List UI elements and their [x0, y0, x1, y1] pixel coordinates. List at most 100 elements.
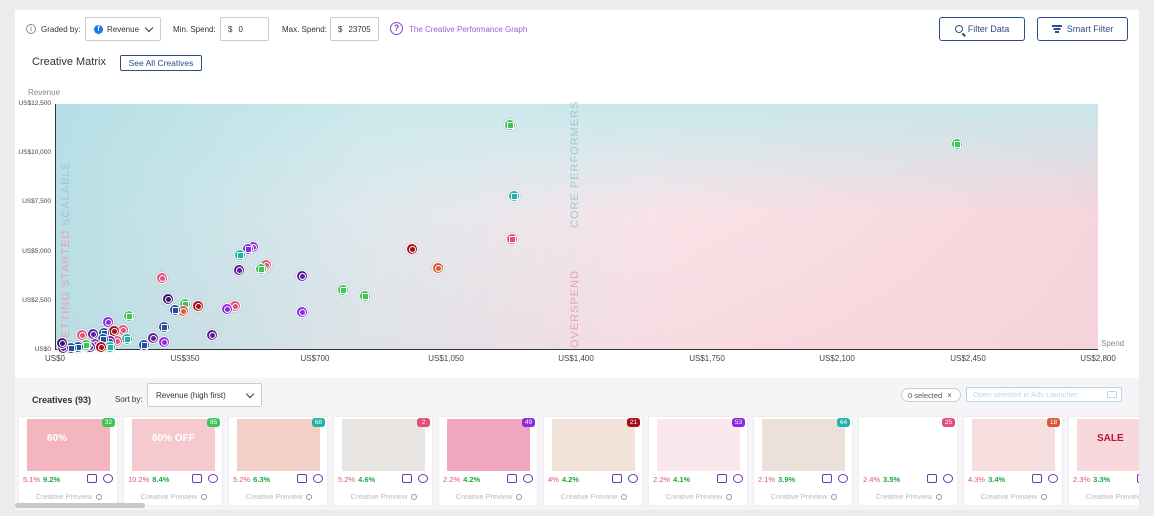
zoom-icon: [726, 494, 733, 500]
zoom-icon: [516, 494, 523, 500]
creative-card[interactable]: 25 2.4% 3.5% Creative Preview: [858, 416, 958, 506]
creative-thumbnail[interactable]: [762, 419, 845, 471]
scatter-point[interactable]: [295, 305, 308, 318]
creative-card[interactable]: 53 2.2% 4.1% Creative Preview: [648, 416, 748, 506]
creative-preview-link[interactable]: Creative Preview: [649, 492, 749, 501]
creative-thumbnail[interactable]: [657, 419, 740, 471]
play-icon[interactable]: [418, 474, 428, 483]
play-icon[interactable]: [1048, 474, 1058, 483]
creative-actions: [402, 474, 428, 483]
smart-filter-button[interactable]: Smart Filter: [1037, 17, 1128, 41]
info-icon[interactable]: i: [26, 24, 36, 34]
selected-count-pill[interactable]: 0 selected ×: [901, 388, 961, 402]
filter-data-button[interactable]: Filter Data: [939, 17, 1025, 41]
scatter-point[interactable]: [221, 302, 234, 315]
scatter-point[interactable]: [232, 264, 245, 277]
creative-preview-link[interactable]: Creative Preview: [334, 492, 434, 501]
play-icon[interactable]: [943, 474, 953, 483]
creative-thumbnail[interactable]: [342, 419, 425, 471]
creative-thumbnail[interactable]: [237, 419, 320, 471]
help-icon[interactable]: ?: [390, 22, 403, 35]
scatter-point[interactable]: [336, 283, 349, 296]
creative-preview-link[interactable]: Creative Preview: [1069, 492, 1139, 501]
metric-roas: 8.4%: [152, 475, 170, 484]
creative-thumbnail[interactable]: [867, 419, 950, 471]
scatter-point[interactable]: [295, 270, 308, 283]
scatter-point[interactable]: [359, 289, 372, 302]
scatter-point[interactable]: [137, 339, 150, 352]
grid-icon[interactable]: [87, 474, 97, 483]
scatter-point[interactable]: [254, 263, 267, 276]
creative-preview-link[interactable]: Creative Preview: [19, 492, 119, 501]
play-icon[interactable]: [208, 474, 218, 483]
play-icon[interactable]: [838, 474, 848, 483]
close-icon[interactable]: ×: [947, 391, 952, 400]
help-link[interactable]: The Creative Performance Graph: [409, 25, 527, 34]
creative-card[interactable]: SALE 2.3% 3.3% Creative Preview: [1068, 416, 1139, 506]
y-tick: US$2,500: [22, 297, 51, 304]
play-icon[interactable]: [628, 474, 638, 483]
play-icon[interactable]: [313, 474, 323, 483]
creative-card[interactable]: 21 4% 4.2% Creative Preview: [543, 416, 643, 506]
metric-ctr: 4%: [548, 475, 559, 484]
creative-card[interactable]: 60% OFF 95 10.2% 8.4% Creative Preview: [123, 416, 223, 506]
creative-card[interactable]: 49 2.2% 4.2% Creative Preview: [438, 416, 538, 506]
grid-icon[interactable]: [1032, 474, 1042, 483]
min-spend-input[interactable]: $ 0: [220, 17, 269, 41]
creative-card[interactable]: 68 5.2% 6.3% Creative Preview: [228, 416, 328, 506]
creative-thumbnail[interactable]: [972, 419, 1055, 471]
creative-thumbnail[interactable]: 60% OFF: [132, 419, 215, 471]
creative-card[interactable]: 2 5.2% 4.6% Creative Preview: [333, 416, 433, 506]
scatter-point[interactable]: [504, 118, 517, 131]
scatter-point[interactable]: [158, 336, 171, 349]
scatter-point[interactable]: [508, 190, 521, 203]
grid-icon[interactable]: [927, 474, 937, 483]
scatter-point[interactable]: [506, 232, 519, 245]
scatter-point[interactable]: [234, 248, 247, 261]
creative-preview-link[interactable]: Creative Preview: [439, 492, 539, 501]
creative-card[interactable]: 64 2.1% 3.9% Creative Preview: [753, 416, 853, 506]
creative-thumbnail[interactable]: SALE: [1077, 419, 1139, 471]
grid-icon[interactable]: [717, 474, 727, 483]
creative-preview-link[interactable]: Creative Preview: [964, 492, 1064, 501]
scatter-point[interactable]: [169, 303, 182, 316]
scatter-point[interactable]: [161, 292, 174, 305]
creative-preview-link[interactable]: Creative Preview: [124, 492, 224, 501]
creative-preview-link[interactable]: Creative Preview: [754, 492, 854, 501]
creative-preview-link[interactable]: Creative Preview: [544, 492, 644, 501]
sort-by-label: Sort by:: [115, 395, 143, 404]
scatter-point[interactable]: [191, 299, 204, 312]
open-ads-launcher-button[interactable]: Open selected in Ads Launcher: [966, 387, 1122, 402]
scatter-point[interactable]: [94, 341, 107, 354]
grid-icon[interactable]: [507, 474, 517, 483]
scatter-point[interactable]: [951, 138, 964, 151]
horizontal-scrollbar[interactable]: [15, 503, 145, 508]
scatter-point[interactable]: [156, 272, 169, 285]
see-all-creatives-button[interactable]: See All Creatives: [120, 55, 202, 71]
grid-icon[interactable]: [402, 474, 412, 483]
grid-icon[interactable]: [822, 474, 832, 483]
creative-thumbnail[interactable]: [447, 419, 530, 471]
play-icon[interactable]: [103, 474, 113, 483]
scatter-point[interactable]: [431, 262, 444, 275]
creative-preview-link[interactable]: Creative Preview: [229, 492, 329, 501]
play-icon[interactable]: [733, 474, 743, 483]
scatter-point[interactable]: [55, 337, 68, 350]
scatter-point[interactable]: [206, 329, 219, 342]
grid-icon[interactable]: [612, 474, 622, 483]
creative-preview-link[interactable]: Creative Preview: [859, 492, 959, 501]
scatter-point[interactable]: [122, 309, 135, 322]
creative-thumbnail[interactable]: 60%: [27, 419, 110, 471]
graded-by-select[interactable]: f Revenue: [85, 17, 161, 41]
creative-card[interactable]: 60% 32 5.1% 9.2% Creative Preview: [18, 416, 118, 506]
max-spend-input[interactable]: $ 23705: [330, 17, 379, 41]
grid-icon[interactable]: [297, 474, 307, 483]
scatter-point[interactable]: [405, 242, 418, 255]
play-icon[interactable]: [523, 474, 533, 483]
grid-icon[interactable]: [192, 474, 202, 483]
creative-card[interactable]: 18 4.3% 3.4% Creative Preview: [963, 416, 1063, 506]
scatter-point[interactable]: [158, 321, 171, 334]
sort-select[interactable]: Revenue (high first): [147, 383, 262, 407]
grid-icon[interactable]: [1137, 474, 1139, 483]
creative-thumbnail[interactable]: [552, 419, 635, 471]
